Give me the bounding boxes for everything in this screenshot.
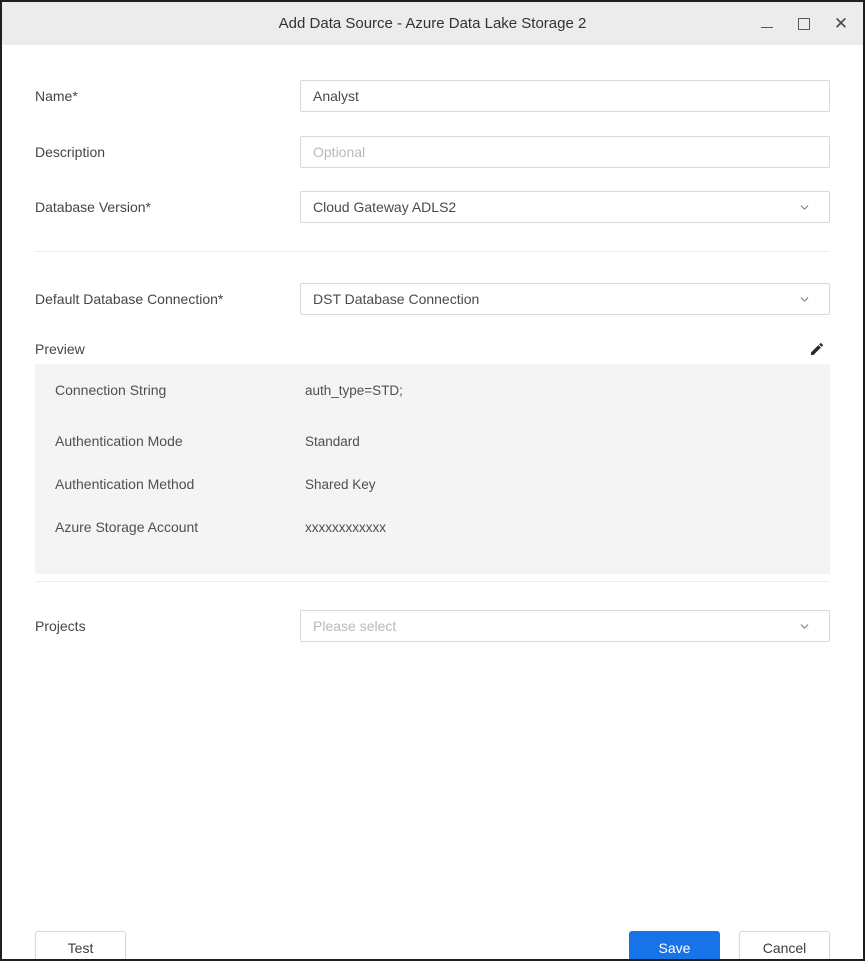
cancel-button[interactable]: Cancel: [739, 931, 830, 961]
preview-row-value: Standard: [305, 434, 360, 449]
preview-row-label: Authentication Mode: [55, 433, 305, 449]
description-row: Description: [35, 136, 830, 168]
name-label: Name*: [35, 88, 300, 104]
dialog-content: Name* Description Database Version* Clou…: [2, 80, 863, 961]
database-version-select[interactable]: Cloud Gateway ADLS2: [300, 191, 830, 223]
default-connection-select[interactable]: DST Database Connection: [300, 283, 830, 315]
default-connection-value: DST Database Connection: [313, 291, 798, 307]
maximize-icon: [798, 18, 810, 30]
name-row: Name*: [35, 80, 830, 112]
projects-label: Projects: [35, 618, 300, 634]
dialog-footer: Test Save Cancel: [35, 931, 830, 961]
add-data-source-dialog: Add Data Source - Azure Data Lake Storag…: [0, 0, 865, 961]
preview-header: Preview: [35, 337, 830, 361]
close-button[interactable]: ✕: [833, 16, 849, 32]
chevron-down-icon: [798, 293, 811, 306]
default-connection-label: Default Database Connection*: [35, 291, 300, 307]
close-icon: ✕: [834, 15, 848, 32]
test-button[interactable]: Test: [35, 931, 126, 961]
chevron-down-icon: [798, 620, 811, 633]
preview-box: Connection String auth_type=STD; Authent…: [35, 364, 830, 574]
name-input[interactable]: [300, 80, 830, 112]
dialog-title: Add Data Source - Azure Data Lake Storag…: [279, 15, 587, 32]
preview-row-label: Azure Storage Account: [55, 519, 305, 535]
description-label: Description: [35, 144, 300, 160]
preview-row-value: xxxxxxxxxxxx: [305, 520, 386, 535]
preview-label: Preview: [35, 341, 85, 357]
minimize-button[interactable]: [759, 16, 775, 32]
projects-placeholder: Please select: [313, 618, 798, 634]
preview-row-storage-account: Azure Storage Account xxxxxxxxxxxx: [55, 515, 830, 539]
chevron-down-icon: [798, 201, 811, 214]
preview-row-auth-mode: Authentication Mode Standard: [55, 429, 830, 453]
save-button[interactable]: Save: [629, 931, 720, 961]
section-divider: [35, 581, 830, 582]
projects-select[interactable]: Please select: [300, 610, 830, 642]
pencil-edit-icon: [809, 341, 825, 357]
database-version-value: Cloud Gateway ADLS2: [313, 199, 798, 215]
dialog-titlebar: Add Data Source - Azure Data Lake Storag…: [2, 2, 863, 45]
preview-row-auth-method: Authentication Method Shared Key: [55, 472, 830, 496]
minimize-icon: [761, 27, 773, 28]
preview-row-value: auth_type=STD;: [305, 383, 403, 398]
preview-row-label: Authentication Method: [55, 476, 305, 492]
database-version-label: Database Version*: [35, 199, 300, 215]
maximize-button[interactable]: [796, 16, 812, 32]
preview-row-connection-string: Connection String auth_type=STD;: [55, 378, 830, 402]
edit-preview-button[interactable]: [806, 338, 828, 360]
preview-row-label: Connection String: [55, 382, 305, 398]
projects-row: Projects Please select: [35, 610, 830, 642]
database-version-row: Database Version* Cloud Gateway ADLS2: [35, 191, 830, 223]
section-divider: [35, 251, 830, 252]
window-controls: ✕: [759, 2, 849, 45]
default-connection-row: Default Database Connection* DST Databas…: [35, 283, 830, 315]
preview-row-value: Shared Key: [305, 477, 376, 492]
description-input[interactable]: [300, 136, 830, 168]
